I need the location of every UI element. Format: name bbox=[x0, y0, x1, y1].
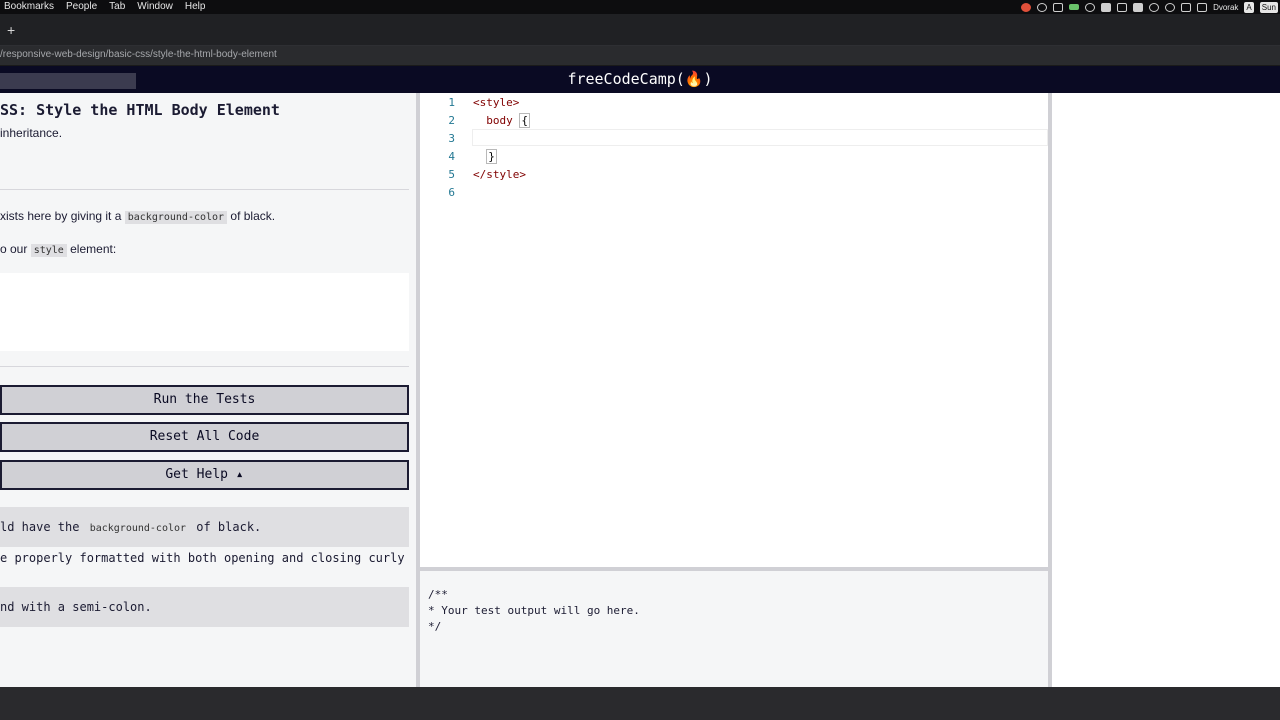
preview-pane bbox=[1052, 93, 1280, 687]
menu-people[interactable]: People bbox=[60, 0, 103, 14]
keyboard-icon bbox=[1197, 2, 1208, 12]
cloud-upload-icon[interactable] bbox=[1133, 2, 1144, 12]
new-tab-button[interactable]: + bbox=[7, 23, 15, 37]
record-icon[interactable] bbox=[1021, 2, 1032, 12]
code-editor[interactable]: 1 2 3 4 5 6 <style> body { } </style> bbox=[420, 93, 1050, 567]
network-icon[interactable] bbox=[1149, 2, 1160, 12]
menu-tab[interactable]: Tab bbox=[103, 0, 131, 14]
volume-icon[interactable] bbox=[1181, 2, 1192, 12]
wifi-icon[interactable] bbox=[1165, 2, 1176, 12]
reset-code-button[interactable]: Reset All Code bbox=[0, 422, 409, 452]
url-text[interactable]: /responsive-web-design/basic-css/style-t… bbox=[0, 49, 277, 60]
inline-code: style bbox=[30, 244, 67, 257]
menu-window[interactable]: Window bbox=[131, 0, 179, 14]
test-item: nd with a semi-colon. bbox=[0, 587, 409, 627]
inline-code: background-color bbox=[86, 522, 190, 535]
menu-bar: Bookmarks People Tab Window Help Dvorak … bbox=[0, 0, 1280, 14]
get-help-button[interactable]: Get Help ▴ bbox=[0, 460, 409, 490]
run-tests-button[interactable]: Run the Tests bbox=[0, 385, 409, 415]
status-tray: Dvorak A Sun bbox=[1021, 0, 1280, 14]
instruction-text-1: xists here by giving it a background-col… bbox=[0, 209, 276, 224]
code-example-box bbox=[0, 273, 409, 351]
battery-status-icon[interactable] bbox=[1069, 4, 1080, 10]
docker-icon[interactable] bbox=[1117, 2, 1128, 12]
code-line[interactable]: } bbox=[473, 149, 497, 164]
code-line[interactable]: body { bbox=[473, 113, 530, 128]
current-line-highlight bbox=[472, 129, 1048, 146]
main-area: SS: Style the HTML Body Element inherita… bbox=[0, 93, 1280, 687]
divider bbox=[0, 189, 409, 190]
code-line[interactable]: </style> bbox=[473, 168, 526, 181]
address-bar[interactable]: /responsive-web-design/basic-css/style-t… bbox=[0, 46, 1280, 66]
line-number: 3 bbox=[448, 132, 455, 145]
line-number: 6 bbox=[448, 186, 455, 199]
line-number: 4 bbox=[448, 150, 455, 163]
inline-code: background-color bbox=[124, 211, 228, 224]
browser-tab-strip: + bbox=[0, 14, 1280, 46]
challenge-title: SS: Style the HTML Body Element bbox=[0, 101, 280, 119]
window-bottom bbox=[0, 687, 1280, 720]
test-item: e properly formatted with both opening a… bbox=[0, 549, 409, 585]
brace-match: { bbox=[519, 113, 530, 128]
instruction-text-2: o our style element: bbox=[0, 242, 117, 257]
fcc-navbar: freeCodeCamp(🔥) bbox=[0, 66, 1280, 93]
sync-icon[interactable] bbox=[1085, 2, 1096, 12]
at-icon[interactable] bbox=[1037, 2, 1048, 12]
brace-match: } bbox=[486, 149, 497, 164]
line-number: 2 bbox=[448, 114, 455, 127]
grid-icon[interactable] bbox=[1101, 2, 1112, 12]
clock[interactable]: Sun bbox=[1259, 1, 1278, 13]
keyboard-layout-label[interactable]: Dvorak bbox=[1213, 3, 1238, 12]
fcc-logo[interactable]: freeCodeCamp(🔥) bbox=[0, 66, 1280, 93]
menu-help[interactable]: Help bbox=[179, 0, 212, 14]
code-line[interactable]: <style> bbox=[473, 96, 519, 109]
test-output-panel: /** * Your test output will go here. */ bbox=[420, 571, 1050, 687]
divider bbox=[0, 366, 409, 367]
line-number: 5 bbox=[448, 168, 455, 181]
test-item: ld have the background-color of black. bbox=[0, 507, 409, 547]
window-icon[interactable] bbox=[1053, 2, 1064, 12]
menu-bookmarks[interactable]: Bookmarks bbox=[0, 0, 60, 14]
test-output-text: /** * Your test output will go here. */ bbox=[428, 588, 640, 633]
instructions-pane: SS: Style the HTML Body Element inherita… bbox=[0, 93, 417, 687]
line-number: 1 bbox=[448, 96, 455, 109]
challenge-subtitle: inheritance. bbox=[0, 126, 63, 140]
input-source-badge[interactable]: A bbox=[1244, 1, 1254, 13]
